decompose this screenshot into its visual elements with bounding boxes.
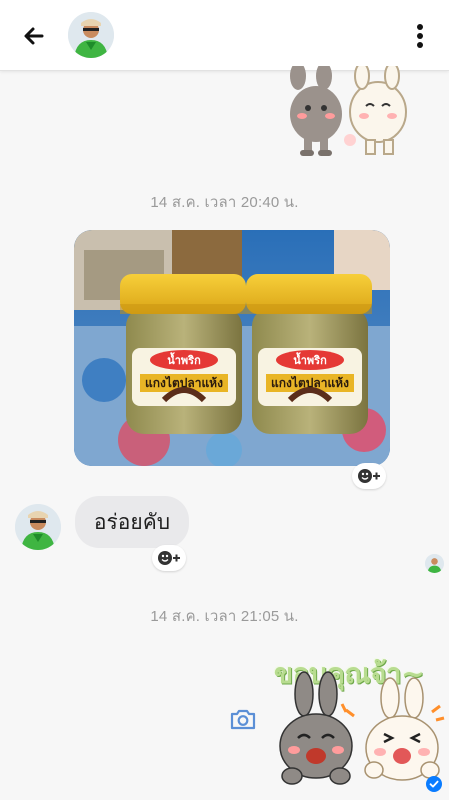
more-options-button[interactable] [413,20,427,52]
add-reaction-button[interactable] [152,545,186,571]
message-bubble[interactable]: อร่อยคับ [75,496,189,548]
friend-avatar[interactable] [15,504,61,550]
contact-avatar[interactable] [68,12,114,58]
arrow-left-icon [24,27,44,45]
add-reaction-button[interactable] [352,463,386,489]
back-button[interactable] [18,20,50,52]
timestamp: 14 ส.ค. เวลา 21:05 น. [150,608,299,625]
sticker-image [290,62,407,156]
check-circle-icon [426,776,442,792]
camera-button[interactable] [229,707,257,731]
chat-header [0,0,449,71]
sticker-message[interactable]: ขอบคุณจ้า~ [262,646,448,792]
photo-message[interactable]: น้ำพริก แกงไตปลาแห้ง น้ำพริก แกงไตปลาแห้… [74,230,390,466]
timestamp: 14 ส.ค. เวลา 20:40 น. [150,194,299,211]
sticker-image [279,671,445,785]
sticker-message[interactable] [278,62,416,160]
add-reaction-icon [358,469,380,483]
more-vertical-icon [417,24,423,48]
seen-avatar [425,554,444,573]
message-sent-status [426,776,442,792]
avatar-image [425,554,444,573]
avatar-image [68,12,114,58]
jar-product-label: แกงไตปลาแห้ง [271,375,349,390]
jars-photo: น้ำพริก แกงไตปลาแห้ง น้ำพริก แกงไตปลาแห้… [74,230,390,466]
avatar-image [15,504,61,550]
add-reaction-icon [158,551,180,565]
jar-brand-label: น้ำพริก [167,352,201,367]
jar-brand-label: น้ำพริก [293,352,327,367]
camera-icon [230,709,256,730]
jar-product-label: แกงไตปลาแห้ง [145,375,223,390]
